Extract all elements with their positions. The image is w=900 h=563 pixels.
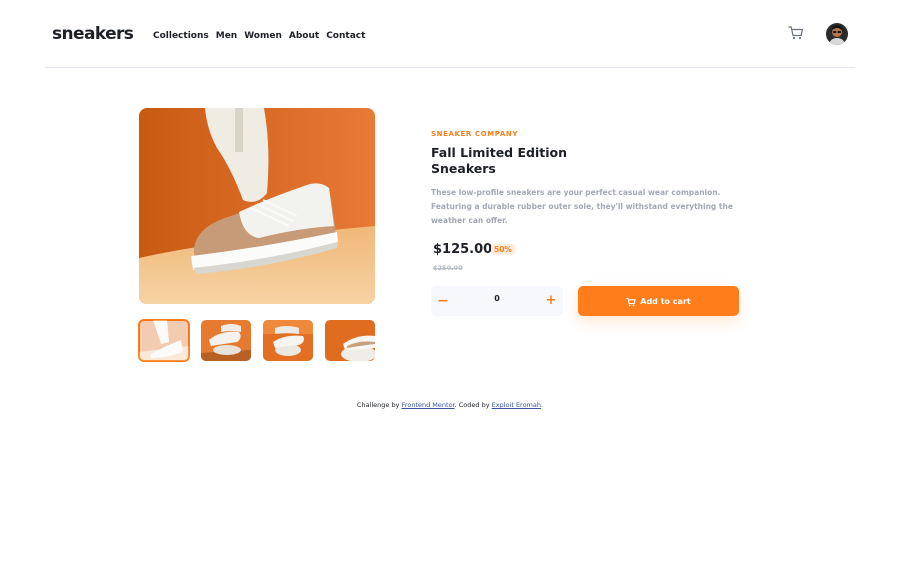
- product-image[interactable]: [139, 108, 375, 304]
- nav-link-collections[interactable]: Collections: [153, 31, 209, 41]
- attribution-prefix: Challenge by: [356, 401, 400, 409]
- cart-icon[interactable]: [788, 25, 804, 41]
- original-price: $250.00: [433, 264, 463, 272]
- user-avatar[interactable]: [826, 23, 848, 45]
- product-title: Fall Limited Edition Sneakers: [431, 145, 567, 176]
- discount-badge: 50%: [491, 244, 515, 255]
- author-link[interactable]: Exploit Eromah: [492, 401, 541, 409]
- cart-icon: [626, 292, 636, 311]
- add-to-cart-label: Add to cart: [640, 296, 691, 306]
- site-header: sneakers Collections Men Women About Con…: [45, 0, 855, 68]
- frontend-mentor-link[interactable]: Frontend Mentor: [402, 401, 455, 409]
- nav-link-about[interactable]: About: [289, 31, 319, 41]
- thumbnail-strip: [138, 319, 375, 362]
- quantity-value: 0: [494, 294, 500, 303]
- add-to-cart-button[interactable]: Add to cart: [578, 286, 739, 316]
- nav-link-contact[interactable]: Contact: [326, 31, 365, 41]
- main-nav: Collections Men Women About Contact: [153, 31, 365, 41]
- increase-quantity-button[interactable]: +: [545, 291, 557, 311]
- quantity-stepper: − 0 +: [431, 286, 563, 316]
- company-name: SNEAKER COMPANY: [431, 130, 519, 138]
- thumbnail-4[interactable]: [325, 320, 375, 361]
- attribution-middle: . Coded by: [454, 401, 490, 409]
- thumbnail-3[interactable]: [263, 320, 313, 361]
- thumbnail-2[interactable]: [201, 320, 251, 361]
- decrease-quantity-button[interactable]: −: [437, 291, 449, 311]
- attribution-suffix: .: [541, 401, 544, 409]
- product-description: These low-profile sneakers are your perf…: [431, 188, 733, 225]
- thumbnail-1[interactable]: [138, 319, 190, 362]
- nav-link-women[interactable]: Women: [244, 31, 282, 41]
- current-price: $125.00: [433, 242, 493, 257]
- brand-logo[interactable]: sneakers: [52, 24, 134, 44]
- nav-link-men[interactable]: Men: [216, 31, 237, 41]
- attribution: Challenge by Frontend Mentor. Coded by E…: [0, 401, 900, 409]
